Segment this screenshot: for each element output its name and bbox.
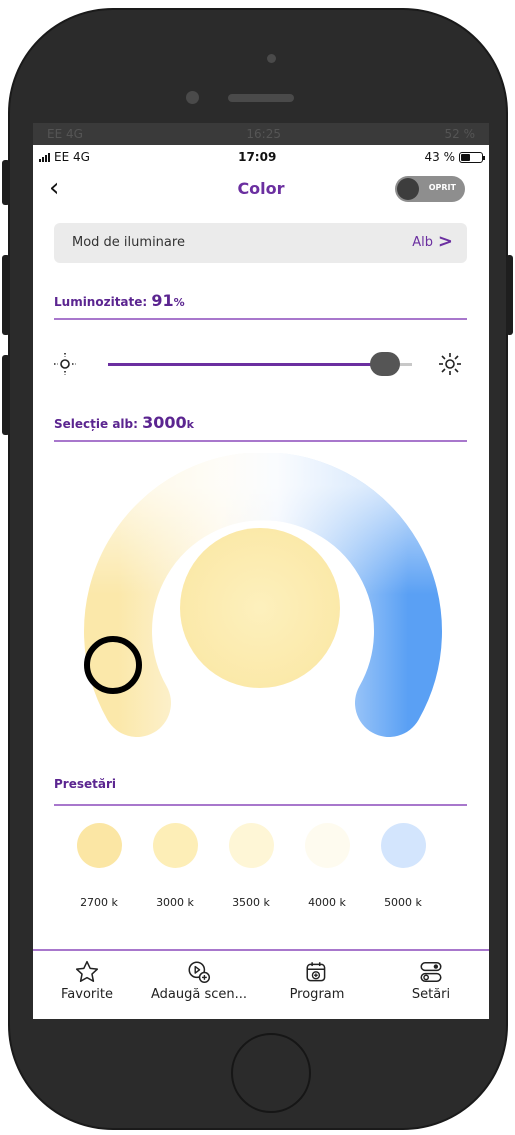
white-selection-value: 3000: [142, 413, 187, 432]
presets-row: 2700 k 3000 k 3500 k 4000 k 5000 k: [54, 823, 467, 923]
ghost-carrier: EE 4G: [47, 127, 83, 141]
status-time: 17:09: [238, 150, 277, 164]
tab-program-label: Program: [289, 987, 345, 1002]
settings-toggles-icon: [420, 962, 442, 982]
ghost-time: 16:25: [246, 127, 281, 141]
preset-label: 5000 k: [384, 896, 422, 909]
presets-divider: [54, 804, 467, 806]
mute-switch: [2, 160, 10, 205]
front-camera: [267, 54, 276, 63]
tab-program[interactable]: Program: [257, 959, 377, 1002]
lighting-mode-row[interactable]: Mod de iluminare Alb >: [54, 223, 467, 263]
sun-bright-icon: [438, 352, 462, 382]
earpiece-speaker: [228, 94, 294, 102]
preset-5000[interactable]: 5000 k: [368, 823, 438, 909]
power-toggle-label: OPRIT: [428, 183, 456, 192]
white-selection-heading: Selecție alb: 3000k: [54, 413, 194, 432]
preset-2700[interactable]: 2700 k: [64, 823, 134, 909]
brightness-unit: %: [173, 296, 185, 309]
brightness-slider-thumb[interactable]: [369, 352, 400, 376]
calendar-add-icon: [306, 962, 326, 982]
lighting-mode-value: Alb: [412, 235, 433, 250]
preset-3000[interactable]: 3000 k: [140, 823, 210, 909]
tab-add-scene[interactable]: Adaugă scen...: [139, 959, 259, 1002]
preset-3500[interactable]: 3500 k: [216, 823, 286, 909]
ghost-status-bar: EE 4G 16:25 52 %: [33, 123, 489, 145]
tab-add-scene-label: Adaugă scen...: [150, 987, 248, 1002]
ghost-battery: 52 %: [444, 127, 475, 141]
white-selection-unit: k: [186, 418, 194, 431]
preset-swatch: [380, 823, 426, 868]
brightness-label: Luminozitate:: [54, 295, 148, 309]
battery-percent: 43 %: [424, 150, 456, 164]
proximity-sensor: [186, 91, 199, 104]
status-bar: EE 4G 17:09 43 %: [33, 145, 489, 169]
star-icon: [75, 960, 99, 982]
tab-favorite-label: Favorite: [61, 987, 113, 1002]
preset-4000[interactable]: 4000 k: [292, 823, 362, 909]
brightness-slider[interactable]: [108, 352, 412, 376]
bottom-tab-bar: Favorite Adaugă scen... Program Setări: [33, 953, 489, 1019]
preset-label: 2700 k: [80, 896, 118, 909]
toggle-knob: [397, 178, 419, 200]
battery-icon: [459, 151, 485, 163]
sun-dim-icon: [53, 352, 77, 382]
power-side-button: [506, 255, 513, 335]
preset-label: 3500 k: [232, 896, 270, 909]
preset-label: 4000 k: [308, 896, 346, 909]
presets-heading: Presetări: [54, 777, 116, 791]
brightness-value: 91: [151, 291, 174, 310]
carrier-label: EE 4G: [54, 150, 90, 164]
add-scene-icon: [188, 961, 211, 984]
tab-settings-label: Setări: [411, 987, 451, 1002]
signal-icon: [39, 152, 50, 162]
preset-swatch: [304, 823, 350, 868]
home-button[interactable]: [231, 1033, 311, 1113]
brightness-heading: Luminozitate: 91%: [54, 291, 185, 310]
preset-label: 3000 k: [156, 896, 194, 909]
preset-swatch: [152, 823, 198, 868]
app-screen: EE 4G 16:25 52 % EE 4G 17:09 43 % ‹ Colo…: [33, 123, 489, 1019]
white-selection-divider: [54, 440, 467, 442]
brightness-divider: [54, 318, 467, 320]
power-toggle[interactable]: OPRIT: [395, 176, 465, 202]
color-temperature-dial[interactable]: [67, 453, 459, 753]
tabbar-divider: [33, 949, 489, 951]
volume-up-button: [2, 255, 10, 335]
white-selection-label: Selecție alb:: [54, 417, 138, 431]
lighting-mode-label: Mod de iluminare: [72, 235, 185, 250]
selected-color-preview: [180, 528, 340, 688]
brightness-slider-fill: [108, 363, 385, 366]
volume-down-button: [2, 355, 10, 435]
preset-swatch: [228, 823, 274, 868]
chevron-right-icon: >: [437, 231, 453, 252]
preset-swatch: [76, 823, 122, 868]
tab-favorite[interactable]: Favorite: [33, 959, 147, 1002]
header: ‹ Color OPRIT: [33, 171, 489, 207]
tab-settings[interactable]: Setări: [371, 959, 489, 1002]
